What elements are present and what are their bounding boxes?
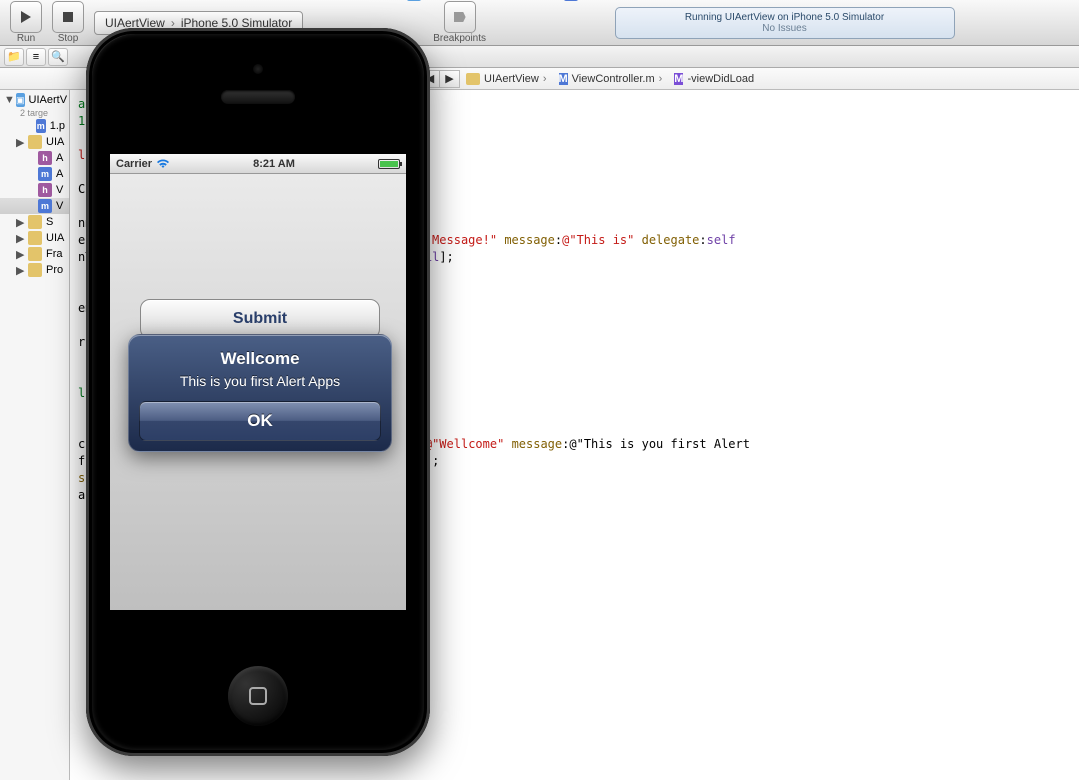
- breakpoint-icon: [454, 12, 466, 22]
- project-icon: ▣: [407, 0, 421, 1]
- project-navigator-tab[interactable]: 📁: [4, 48, 24, 66]
- carrier-label: Carrier: [116, 158, 152, 170]
- alert-title: Wellcome: [139, 349, 381, 369]
- jump-file[interactable]: M ViewController.m›: [553, 73, 669, 85]
- uialertview: Wellcome This is you first Alert Apps OK: [128, 334, 392, 452]
- method-icon: M: [674, 73, 683, 85]
- document-title: ▣ UIAertView.xcodeproj — M ViewControlle…: [0, 0, 1079, 1]
- sidebar-item[interactable]: ▶Pro: [0, 262, 69, 278]
- forward-button[interactable]: ▶: [440, 70, 460, 88]
- play-icon: [21, 11, 31, 23]
- ios-simulator-window: Carrier 8:21 AM Submit Wellcome This is …: [86, 28, 430, 756]
- sidebar-item[interactable]: mA: [0, 166, 69, 182]
- breakpoints-label: Breakpoints: [433, 33, 486, 44]
- folder-icon: [28, 215, 42, 229]
- home-button[interactable]: [228, 666, 288, 726]
- sidebar-item[interactable]: ▶UIA: [0, 134, 69, 150]
- alert-message: This is you first Alert Apps: [139, 373, 381, 389]
- sidebar-item[interactable]: ▶Fra: [0, 246, 69, 262]
- symbol-navigator-tab[interactable]: ≡: [26, 48, 46, 66]
- project-icon: ▣: [16, 93, 25, 107]
- stop-button[interactable]: [52, 1, 84, 33]
- folder-icon: [28, 263, 42, 277]
- m-file-icon: m: [36, 119, 46, 133]
- sidebar-item[interactable]: ▶UIA: [0, 230, 69, 246]
- alert-ok-button[interactable]: OK: [139, 401, 381, 441]
- sidebar-item[interactable]: hV: [0, 182, 69, 198]
- battery-icon: [378, 159, 400, 169]
- stop-label: Stop: [58, 33, 79, 44]
- breakpoints-button[interactable]: [444, 1, 476, 33]
- earpiece-icon: [221, 90, 295, 104]
- folder-icon: [28, 247, 42, 261]
- jump-folder[interactable]: UIAertView›: [460, 73, 553, 85]
- activity-viewer: Running UIAertView on iPhone 5.0 Simulat…: [615, 7, 955, 39]
- activity-substatus: No Issues: [762, 23, 806, 34]
- clock-label: 8:21 AM: [253, 158, 295, 170]
- folder-icon: [466, 73, 480, 85]
- sidebar-item[interactable]: ▶S: [0, 214, 69, 230]
- simulator-screen: Carrier 8:21 AM Submit Wellcome This is …: [108, 152, 408, 612]
- ios-status-bar: Carrier 8:21 AM: [110, 154, 406, 174]
- sidebar-item[interactable]: hA: [0, 150, 69, 166]
- camera-icon: [253, 64, 263, 74]
- m-file-icon: M: [564, 0, 578, 1]
- m-file-icon: M: [559, 73, 568, 85]
- run-button[interactable]: [10, 1, 42, 33]
- targets-count: 2 targe: [0, 108, 69, 118]
- folder-icon: [28, 135, 42, 149]
- project-navigator: ▼▣ UIAertV 2 targe m1.p▶UIAhAmAhVmV▶S▶UI…: [0, 90, 70, 780]
- folder-icon: [28, 231, 42, 245]
- home-icon: [249, 687, 267, 705]
- jump-method[interactable]: M -viewDidLoad: [668, 73, 760, 85]
- sidebar-item[interactable]: mV: [0, 198, 69, 214]
- activity-status: Running UIAertView on iPhone 5.0 Simulat…: [685, 12, 884, 23]
- h-file-icon: h: [38, 151, 52, 165]
- wifi-icon: [156, 159, 170, 169]
- submit-button[interactable]: Submit: [140, 299, 380, 339]
- m-file-icon: m: [38, 167, 52, 181]
- project-root[interactable]: ▼▣ UIAertV: [0, 92, 69, 108]
- sidebar-item[interactable]: m1.p: [0, 118, 69, 134]
- run-label: Run: [17, 33, 35, 44]
- m-file-icon: m: [38, 199, 52, 213]
- search-navigator-tab[interactable]: 🔍: [48, 48, 68, 66]
- h-file-icon: h: [38, 183, 52, 197]
- stop-icon: [63, 12, 73, 22]
